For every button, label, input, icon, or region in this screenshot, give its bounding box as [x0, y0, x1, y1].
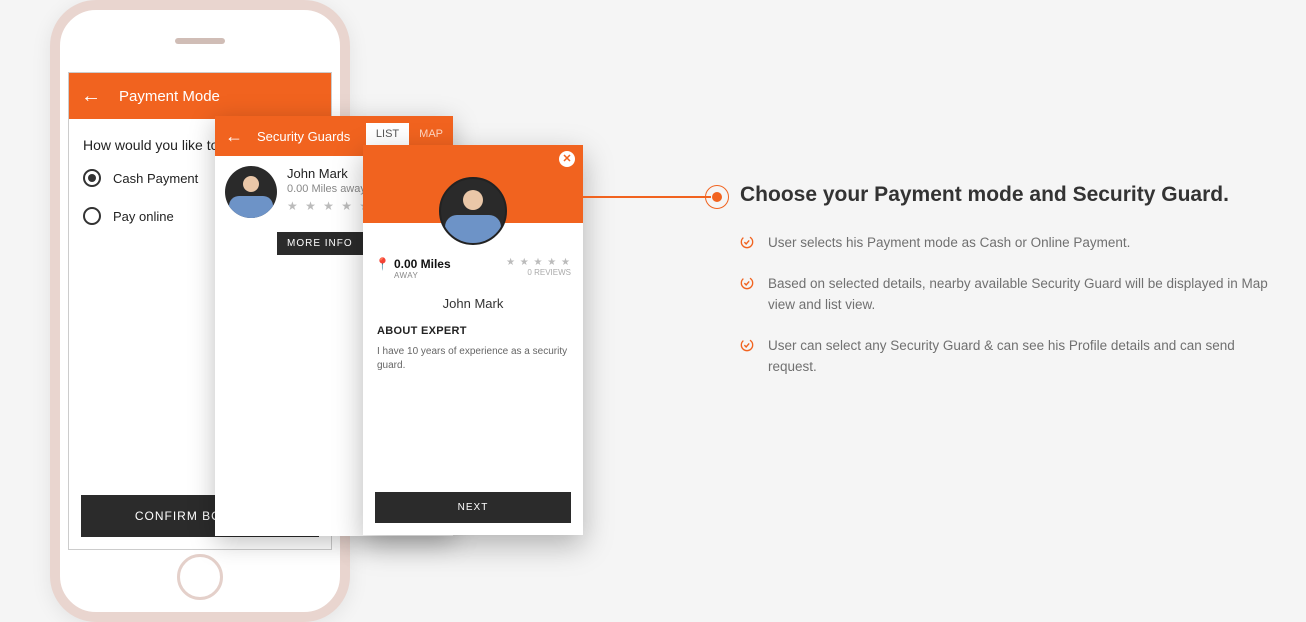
bullet-item: Based on selected details, nearby availa… — [740, 274, 1286, 316]
radio-icon — [83, 207, 101, 225]
avatar — [225, 166, 277, 218]
marketing-copy: Choose your Payment mode and Security Gu… — [740, 183, 1286, 398]
guard-name: John Mark — [287, 166, 372, 181]
guard-profile-card: ✕ 📍 0.00 Miles AWAY ★ ★ ★ ★ ★ 0 REVIEWS … — [363, 145, 583, 535]
back-icon[interactable]: ← — [225, 126, 243, 147]
connector-dot-icon — [705, 185, 729, 209]
app-bar-payment: ← Payment Mode — [69, 73, 331, 119]
radio-icon — [83, 169, 101, 187]
about-heading: ABOUT EXPERT — [377, 325, 569, 337]
payment-option-label: Cash Payment — [113, 171, 198, 186]
bullet-text: User can select any Security Guard & can… — [768, 336, 1286, 378]
next-button[interactable]: NEXT — [375, 492, 571, 523]
location-pin-icon: 📍 — [375, 257, 390, 271]
back-icon[interactable]: ← — [81, 86, 101, 106]
page-title: Security Guards — [257, 129, 366, 144]
check-icon — [740, 276, 754, 290]
about-text: I have 10 years of experience as a secur… — [377, 345, 569, 373]
star-rating: ★ ★ ★ ★ ★ — [506, 257, 571, 268]
payment-option-label: Pay online — [113, 209, 174, 224]
marketing-heading: Choose your Payment mode and Security Gu… — [740, 183, 1286, 207]
bullet-text: Based on selected details, nearby availa… — [768, 274, 1286, 316]
bullet-item: User can select any Security Guard & can… — [740, 336, 1286, 378]
guard-distance: 0.00 Miles away — [287, 183, 372, 195]
more-info-button[interactable]: MORE INFO — [277, 232, 363, 255]
check-icon — [740, 235, 754, 249]
profile-header: ✕ — [363, 145, 583, 223]
bullet-text: User selects his Payment mode as Cash or… — [768, 233, 1130, 254]
page-title: Payment Mode — [119, 88, 319, 105]
avatar — [439, 177, 507, 245]
star-rating: ★ ★ ★ ★ ★ — [287, 199, 372, 213]
close-icon[interactable]: ✕ — [559, 151, 575, 167]
check-icon — [740, 338, 754, 352]
reviews-count: 0 REVIEWS — [506, 268, 571, 277]
guard-name: John Mark — [363, 296, 583, 311]
bullet-item: User selects his Payment mode as Cash or… — [740, 233, 1286, 254]
distance-value: 0.00 Miles — [394, 257, 451, 271]
distance-label: AWAY — [394, 271, 451, 280]
connector-line — [583, 196, 711, 198]
